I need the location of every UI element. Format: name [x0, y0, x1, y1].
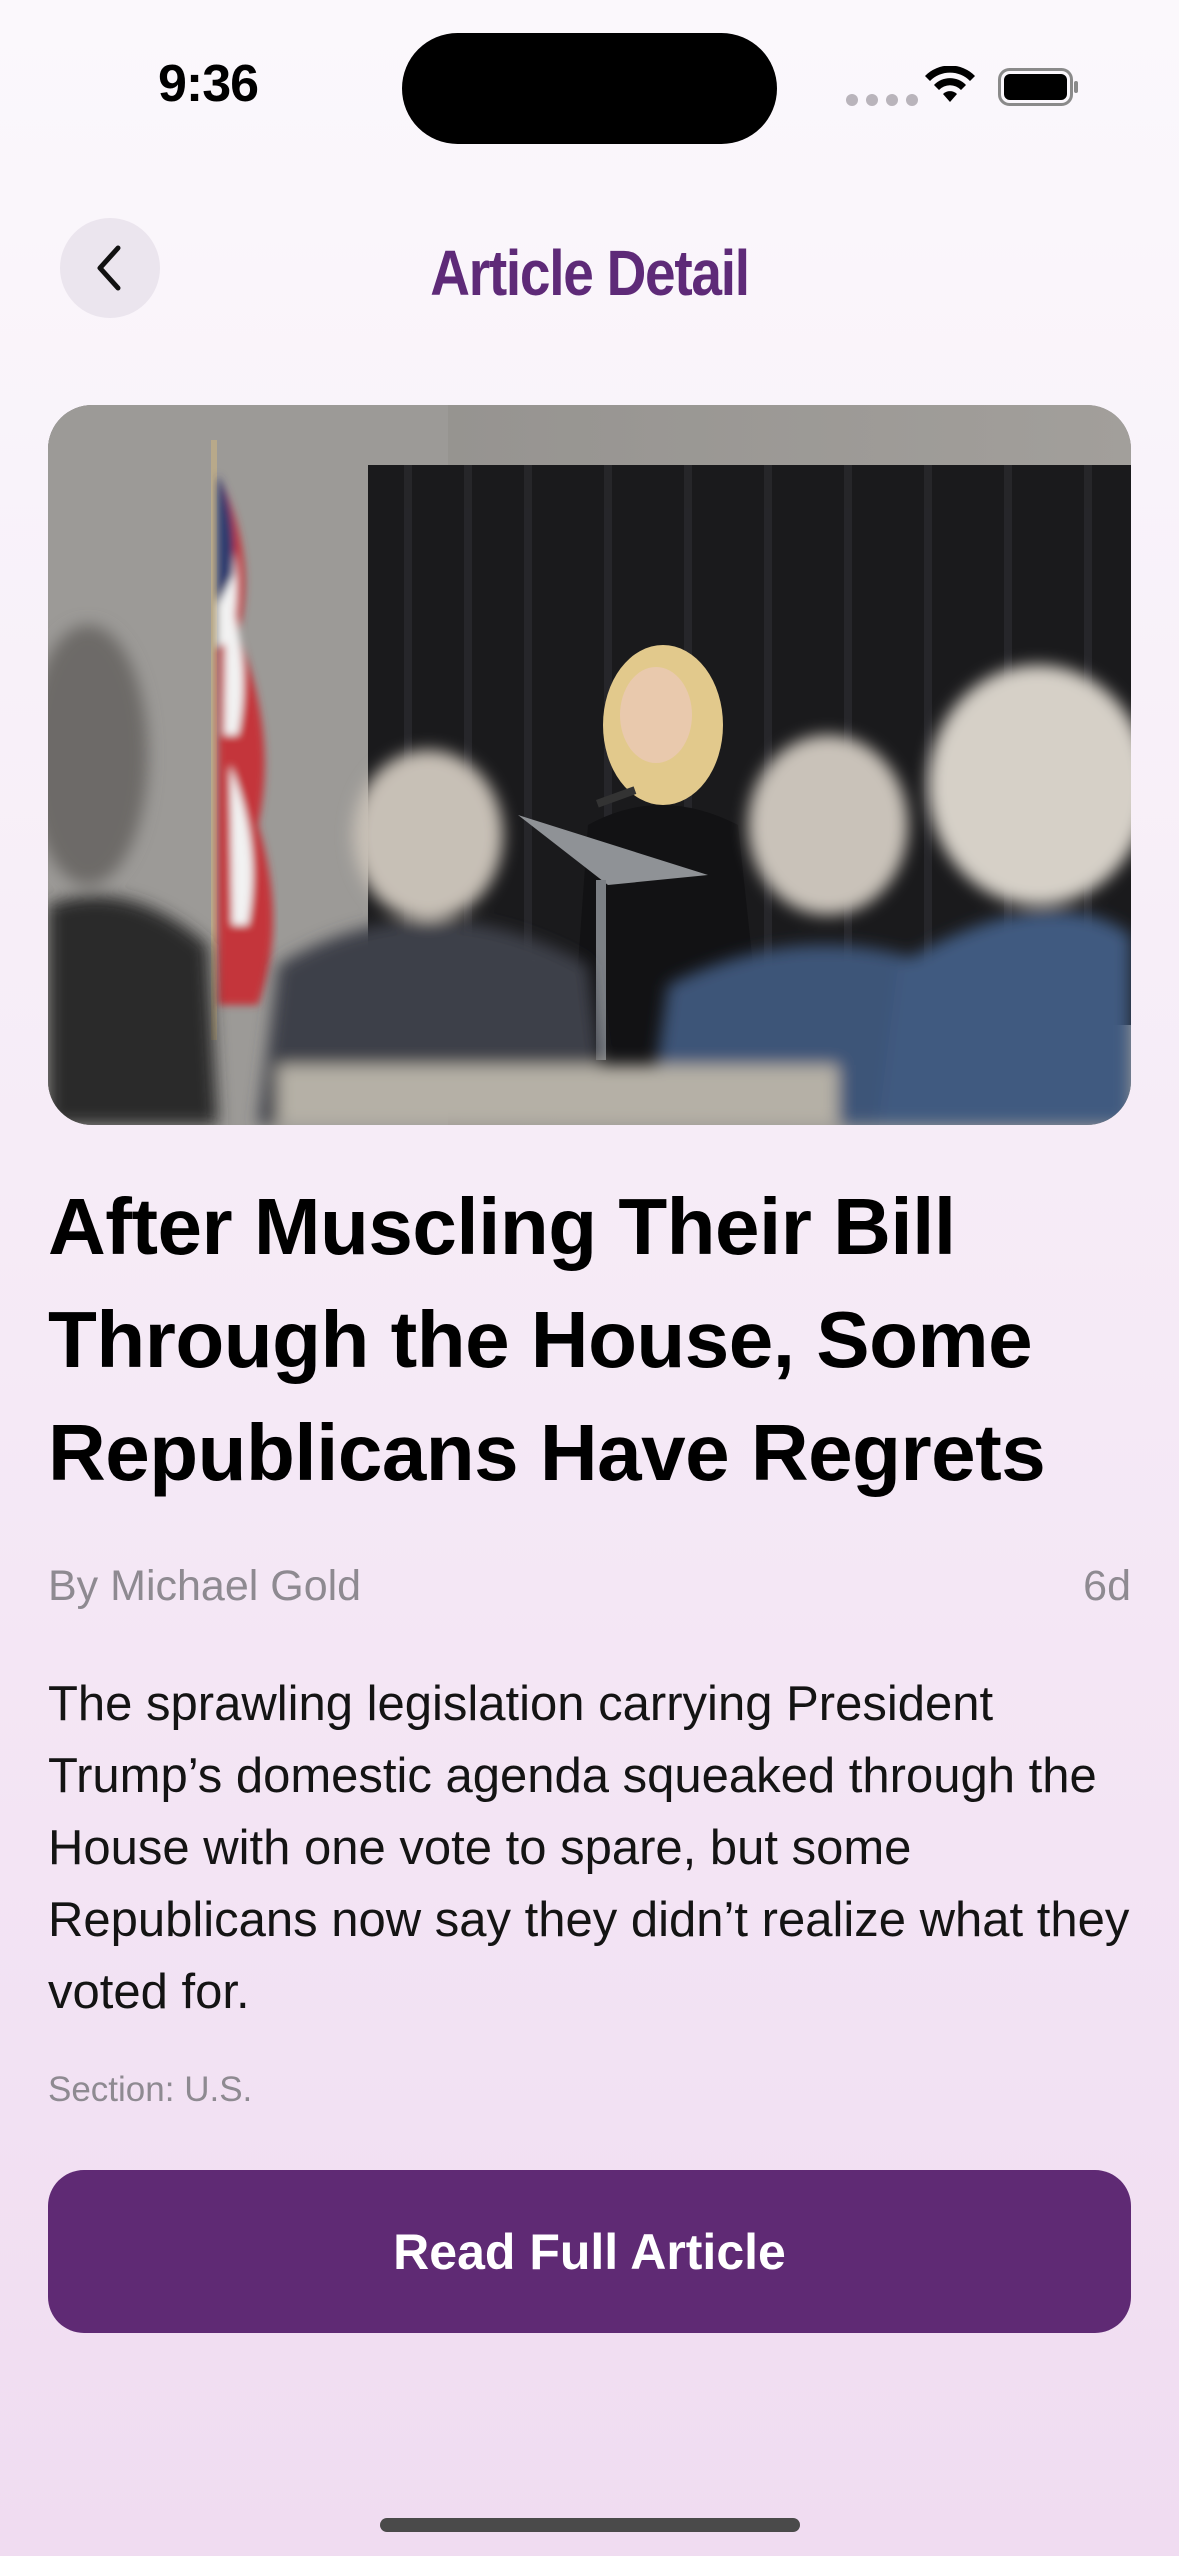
- article-headline: After Muscling Their Bill Through the Ho…: [48, 1182, 1046, 1497]
- article-summary: The sprawling legislation carrying Presi…: [48, 1677, 1130, 2019]
- article-hero-image: [48, 405, 1131, 1125]
- status-time: 9:36: [158, 55, 259, 113]
- cellular-signal-icon: [846, 94, 918, 106]
- status-bar: 9:36: [0, 0, 1179, 150]
- dynamic-island: [402, 33, 777, 144]
- battery-icon: [998, 68, 1078, 106]
- article-byline: By Michael Gold: [48, 1562, 362, 1610]
- article-age: 6d: [1083, 1562, 1131, 1610]
- page-title: Article Detail: [430, 237, 750, 309]
- read-full-article-button[interactable]: Read Full Article: [48, 2170, 1131, 2333]
- nav-header: Article Detail: [0, 210, 1179, 330]
- article-section: Section: U.S.: [48, 2070, 253, 2109]
- home-indicator[interactable]: [380, 2518, 800, 2532]
- wifi-icon: [925, 66, 975, 102]
